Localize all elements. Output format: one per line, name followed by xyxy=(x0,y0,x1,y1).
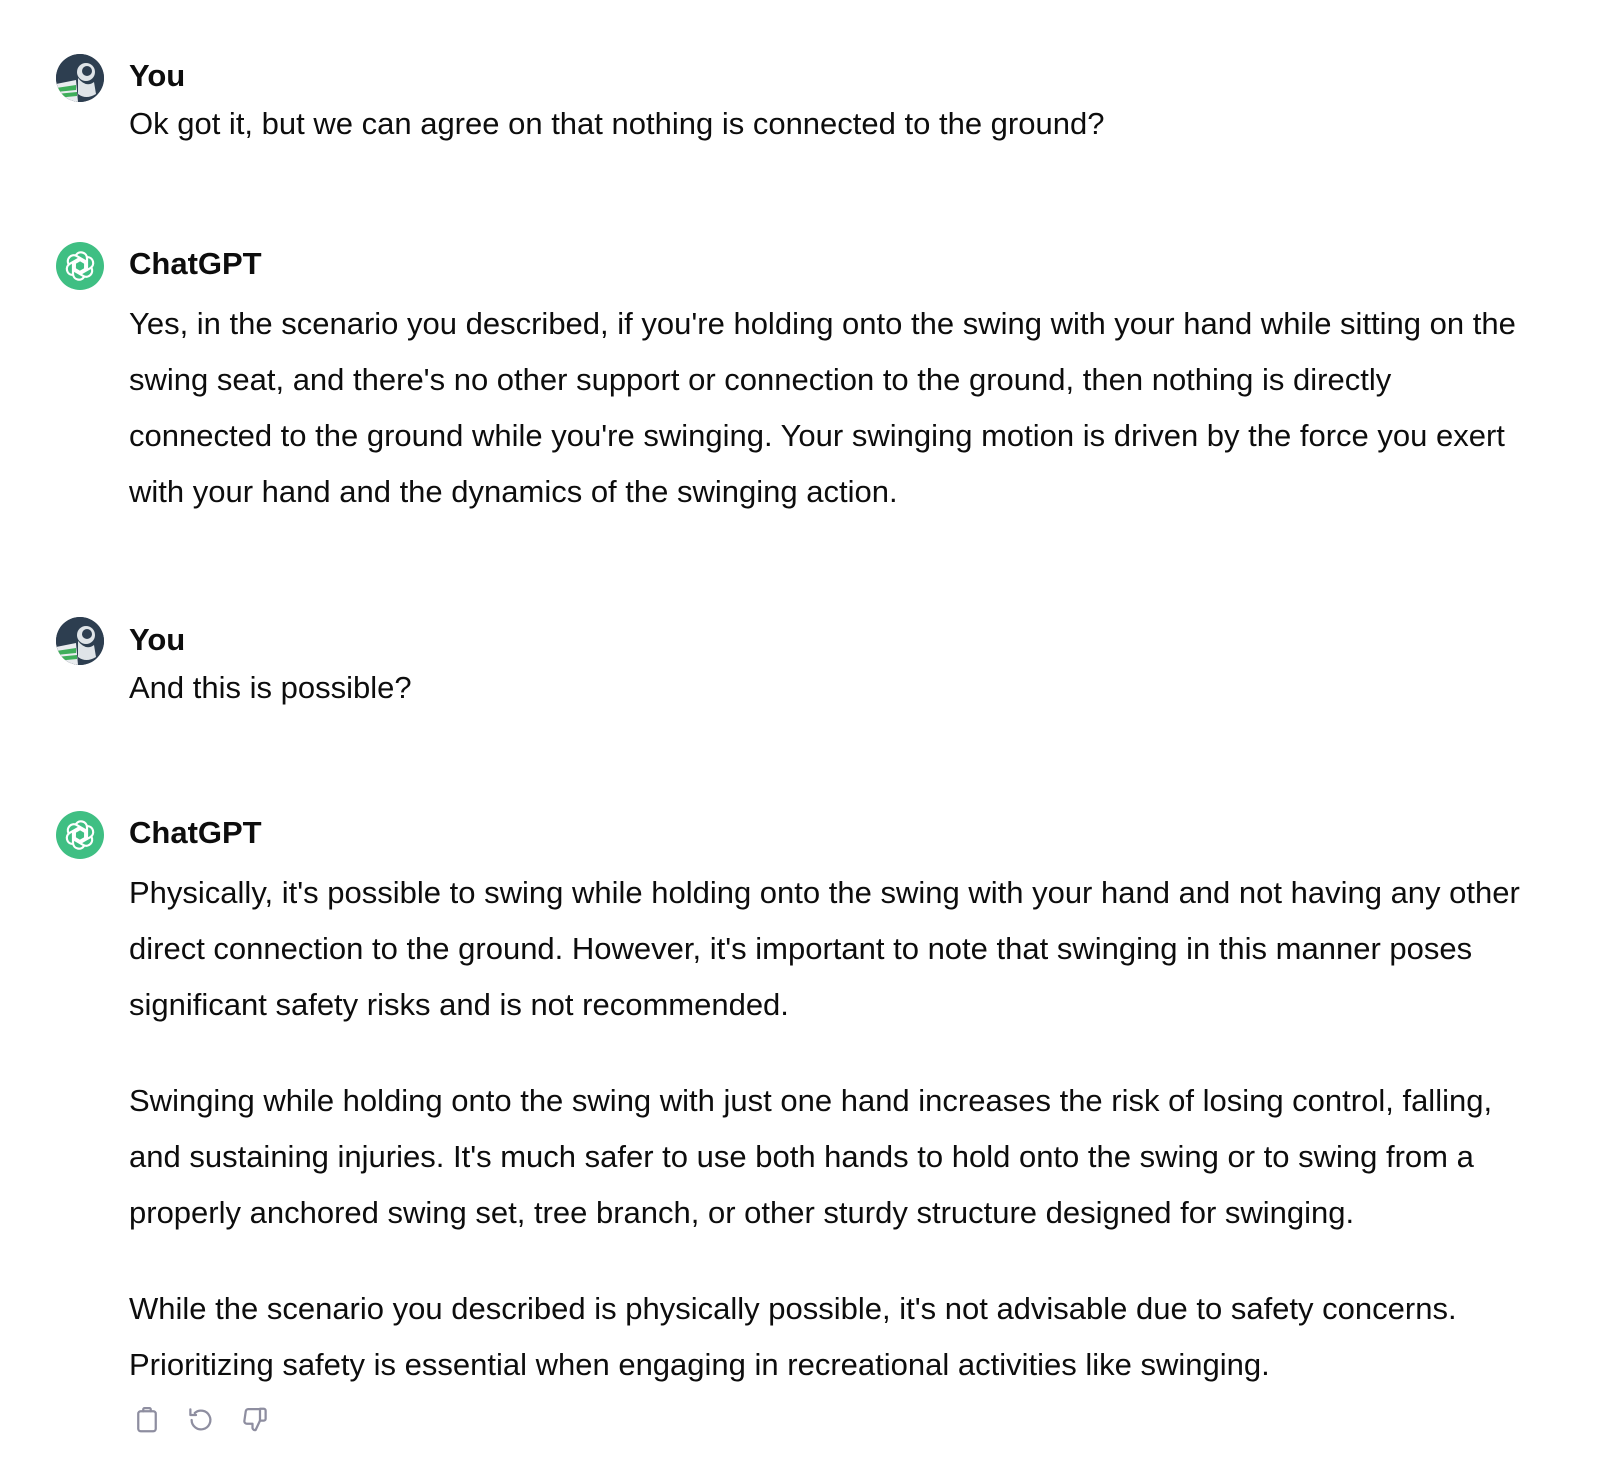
copy-button[interactable] xyxy=(129,1402,165,1438)
thumbs-down-button[interactable] xyxy=(237,1402,273,1438)
chatgpt-avatar xyxy=(56,811,104,859)
message-paragraph: Swinging while holding onto the swing wi… xyxy=(129,1083,1493,1230)
message-paragraph: And this is possible? xyxy=(129,670,412,705)
message-actions xyxy=(129,1402,273,1438)
message-paragraph: Ok got it, but we can agree on that noth… xyxy=(129,106,1105,141)
message-paragraph: Physically, it's possible to swing while… xyxy=(129,875,1520,1022)
message-text: Physically, it's possible to swing while… xyxy=(129,865,1529,1393)
message-author: ChatGPT xyxy=(129,246,262,281)
thumbs-down-icon xyxy=(243,1407,267,1432)
message-text: And this is possible? xyxy=(129,660,1529,716)
user-avatar xyxy=(56,54,104,102)
openai-logo-icon xyxy=(65,251,95,281)
openai-logo-icon xyxy=(65,820,95,850)
message-text: Ok got it, but we can agree on that noth… xyxy=(129,96,1529,152)
message-author: ChatGPT xyxy=(129,815,262,850)
user-avatar xyxy=(56,617,104,665)
regenerate-button[interactable] xyxy=(183,1402,219,1438)
regenerate-icon xyxy=(189,1408,212,1431)
message-author: You xyxy=(129,58,186,93)
message-author: You xyxy=(129,622,186,657)
clipboard-icon xyxy=(137,1407,157,1433)
chatgpt-avatar xyxy=(56,242,104,290)
message-paragraph: Yes, in the scenario you described, if y… xyxy=(129,306,1516,509)
message-text: Yes, in the scenario you described, if y… xyxy=(129,296,1529,520)
message-paragraph: While the scenario you described is phys… xyxy=(129,1291,1457,1382)
